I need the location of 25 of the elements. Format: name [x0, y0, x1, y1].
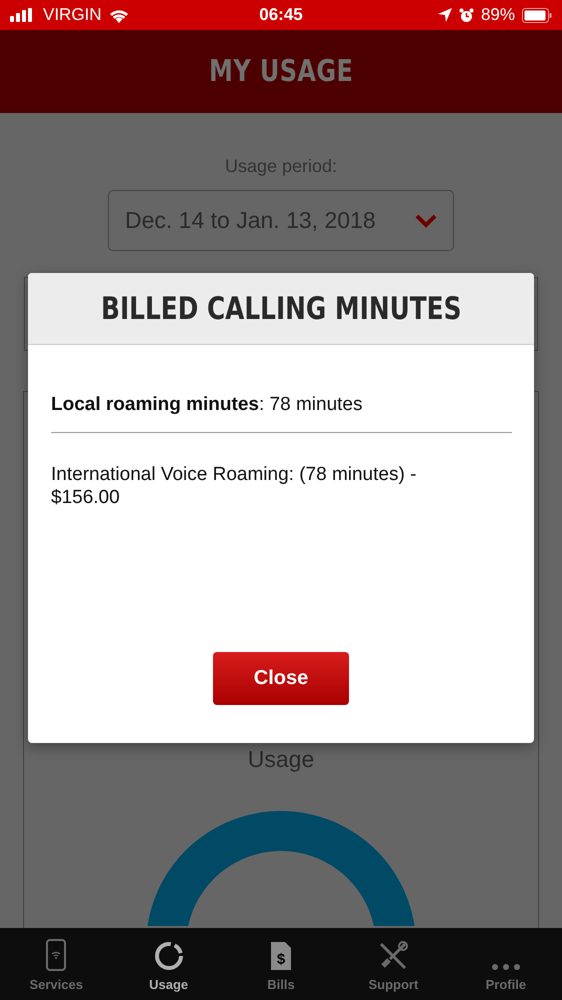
more-icon — [490, 963, 521, 971]
alarm-clock-icon — [458, 8, 474, 22]
usage-card-title: Usage — [248, 746, 314, 773]
clock-time: 06:45 — [259, 5, 303, 25]
usage-period-dropdown[interactable]: Dec. 14 to Jan. 13, 2018 — [108, 190, 454, 251]
tab-bar-item[interactable]: Profile — [450, 928, 562, 1000]
chevron-down-icon — [415, 214, 437, 228]
tab-bar-item[interactable]: Usage — [112, 928, 225, 1000]
battery-icon — [522, 8, 552, 22]
tab-bar-item[interactable]: Support — [337, 928, 450, 1000]
carrier-name: VIRGIN — [43, 5, 102, 25]
tab-bar-item[interactable]: $ Bills — [224, 928, 338, 1000]
usage-detail-text: International Voice Roaming: (78 minutes) - $156.00 — [51, 463, 418, 509]
page-title: MY USAGE — [208, 54, 354, 89]
dialog-title: BILLED CALLING MINUTES — [100, 290, 462, 326]
donut-chart-icon — [154, 941, 184, 971]
tools-icon — [378, 941, 408, 971]
bill-icon: $ — [269, 941, 294, 971]
tab-bar-item[interactable]: Services — [0, 928, 112, 1000]
wifi-icon — [108, 8, 129, 22]
location-arrow-icon — [438, 8, 452, 22]
phone-icon — [45, 939, 68, 971]
battery-percent: 89% — [480, 5, 515, 25]
usage-detail-text: Local roaming minutes: 78 minutes — [51, 393, 364, 416]
close-button[interactable]: Close — [213, 652, 349, 705]
